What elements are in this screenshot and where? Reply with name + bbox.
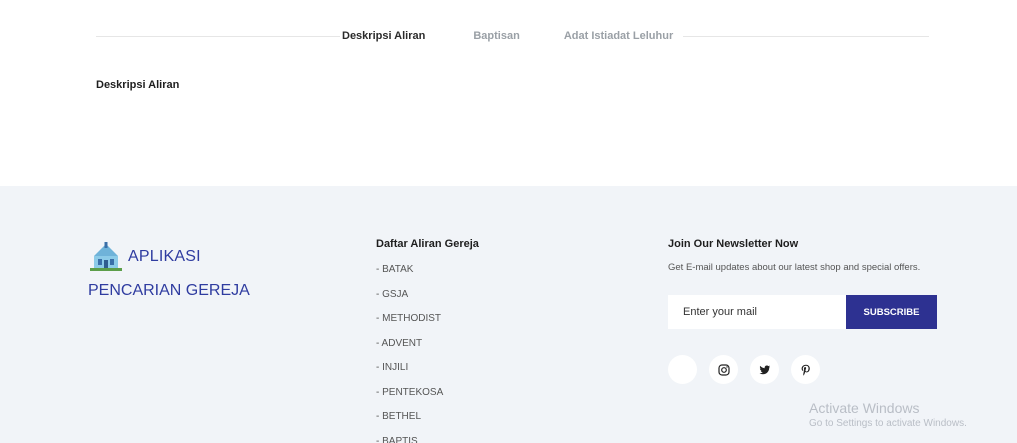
watermark-line2: Go to Settings to activate Windows. xyxy=(809,418,967,429)
church-list-item[interactable]: - BETHEL xyxy=(376,410,479,435)
social-links xyxy=(668,355,968,384)
watermark-line1: Activate Windows xyxy=(809,400,920,416)
brand-title-line2: PENCARIAN GEREJA xyxy=(88,282,250,299)
tab-deskripsi-aliran[interactable]: Deskripsi Aliran xyxy=(340,28,435,44)
church-list-item[interactable]: - BAPTIS xyxy=(376,435,479,443)
facebook-icon[interactable] xyxy=(668,355,697,384)
subscribe-button[interactable]: SUBSCRIBE xyxy=(846,295,937,329)
newsletter-title: Join Our Newsletter Now xyxy=(668,238,799,250)
tab-bar: Deskripsi Aliran Baptisan Adat Istiadat … xyxy=(340,28,684,44)
newsletter-column: Join Our Newsletter Now Get E-mail updat… xyxy=(668,238,968,384)
tab-adat-istiadat[interactable]: Adat Istiadat Leluhur xyxy=(554,28,683,44)
newsletter-form: SUBSCRIBE xyxy=(668,295,968,329)
church-list-item[interactable]: - PENTEKOSA xyxy=(376,386,479,411)
email-input[interactable] xyxy=(668,295,846,329)
newsletter-description: Get E-mail updates about our latest shop… xyxy=(668,262,921,273)
instagram-icon[interactable] xyxy=(709,355,738,384)
church-list-item[interactable]: - METHODIST xyxy=(376,312,479,337)
church-list-item[interactable]: - GSJA xyxy=(376,288,479,313)
church-list-item[interactable]: - INJILI xyxy=(376,361,479,386)
tab-baptisan[interactable]: Baptisan xyxy=(463,28,529,44)
church-list-title: Daftar Aliran Gereja xyxy=(376,238,479,250)
church-list-column: Daftar Aliran Gereja - BATAK - GSJA - ME… xyxy=(376,238,479,443)
pinterest-icon[interactable] xyxy=(791,355,820,384)
activate-windows-watermark: Activate Windows Go to Settings to activ… xyxy=(809,400,967,429)
footer-brand[interactable]: APLIKASI PENCARIAN GEREJA xyxy=(88,242,288,302)
church-list-item[interactable]: - BATAK xyxy=(376,263,479,288)
section-title: Deskripsi Aliran xyxy=(96,79,180,91)
church-list: - BATAK - GSJA - METHODIST - ADVENT - IN… xyxy=(376,263,479,443)
church-logo-icon xyxy=(88,242,124,272)
brand-title-line1: APLIKASI xyxy=(128,248,201,265)
twitter-icon[interactable] xyxy=(750,355,779,384)
church-list-item[interactable]: - ADVENT xyxy=(376,337,479,362)
